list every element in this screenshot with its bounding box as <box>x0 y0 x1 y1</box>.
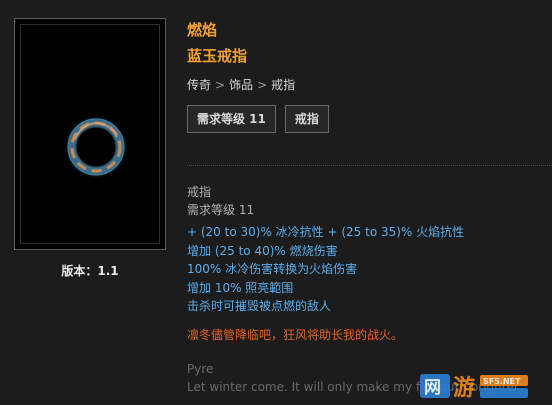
mod-line: 增加 10% 照亮範围 <box>187 280 294 295</box>
item-base-name: 蓝玉戒指 <box>187 47 248 65</box>
breadcrumb: 传奇 > 饰品 > 戒指 <box>187 77 537 93</box>
mod-line: 击杀时可摧毁被点燃的敌人 <box>187 299 332 313</box>
item-header: 燃焰 蓝玉戒指 传奇 > 饰品 > 戒指 需求等级 11 戒指 <box>187 20 537 133</box>
lore-text: 凛冬儘管降临吧，狂风将助长我的战火。 <box>187 327 404 342</box>
item-details: 戒指 需求等级 11 + (20 to 30)% 冰冷抗性 + (25 to 3… <box>187 183 547 396</box>
mod-list: + (20 to 30)% 冰冷抗性 + (25 to 35)% 火焰抗性 增加… <box>187 223 547 316</box>
watermark-logo-text: 游 <box>453 375 475 401</box>
tag-ring[interactable]: 戒指 <box>284 105 329 133</box>
breadcrumb-item[interactable]: 戒指 <box>271 78 295 92</box>
divider <box>187 165 552 166</box>
breadcrumb-item[interactable]: 传奇 <box>187 78 211 92</box>
item-art-frame <box>14 18 166 250</box>
site-watermark-logo: 网 游 SF5.NET <box>420 374 528 401</box>
breadcrumb-separator: > <box>215 78 226 92</box>
version-label: 版本：1.1 <box>61 264 119 278</box>
item-name: 燃焰 <box>187 21 218 39</box>
item-requirement: 需求等级 11 <box>187 203 255 217</box>
breadcrumb-item[interactable]: 饰品 <box>229 78 253 92</box>
breadcrumb-separator: > <box>257 78 268 92</box>
mod-line: 100% 冰冷伤害转换为火焰伤害 <box>187 262 358 276</box>
item-art-panel <box>20 24 160 244</box>
tag-list: 需求等级 11 戒指 <box>187 105 537 133</box>
svg-text:网: 网 <box>424 378 441 398</box>
ring-icon <box>63 114 129 180</box>
watermark-site-text: SF5.NET <box>483 377 521 386</box>
mod-line: + (20 to 30)% 冰冷抗性 + (25 to 35)% 火焰抗性 <box>187 225 465 239</box>
mod-line: 增加 (25 to 40)% 燃烧伤害 <box>187 243 338 258</box>
item-detail-page: 版本：1.1 燃焰 蓝玉戒指 传奇 > 饰品 > 戒指 需求等级 11 戒指 戒指 需求… <box>0 0 552 405</box>
item-type: 戒指 <box>187 185 212 199</box>
tag-level-requirement[interactable]: 需求等级 11 <box>187 105 276 133</box>
